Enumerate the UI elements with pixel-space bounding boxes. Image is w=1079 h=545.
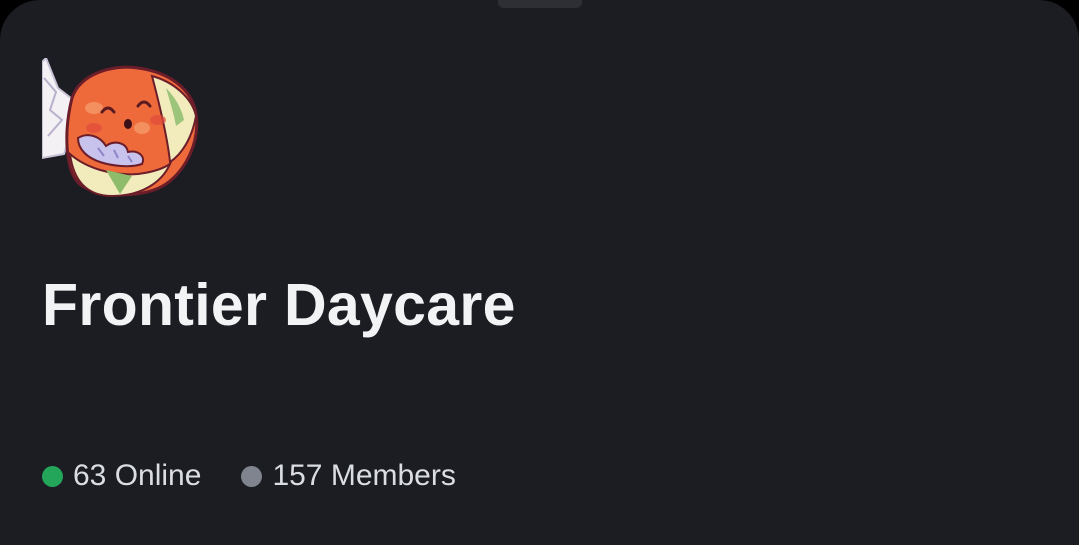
members-status-dot-icon — [241, 465, 263, 487]
member-count-label: 157 Members — [272, 459, 456, 492]
server-avatar-icon[interactable] — [42, 58, 200, 198]
server-info-sheet: Frontier Daycare 63 Online 157 Members — [0, 0, 1079, 545]
drag-handle[interactable] — [498, 0, 582, 8]
pokemon-egg-mascot-icon — [42, 58, 199, 198]
online-status-dot-icon — [42, 465, 63, 487]
online-count-label: 63 Online — [73, 459, 202, 492]
server-name: Frontier Daycare — [42, 272, 516, 338]
member-count: 157 Members — [241, 459, 456, 493]
server-stats: 63 Online 157 Members — [42, 455, 456, 497]
online-count: 63 Online — [42, 459, 201, 493]
